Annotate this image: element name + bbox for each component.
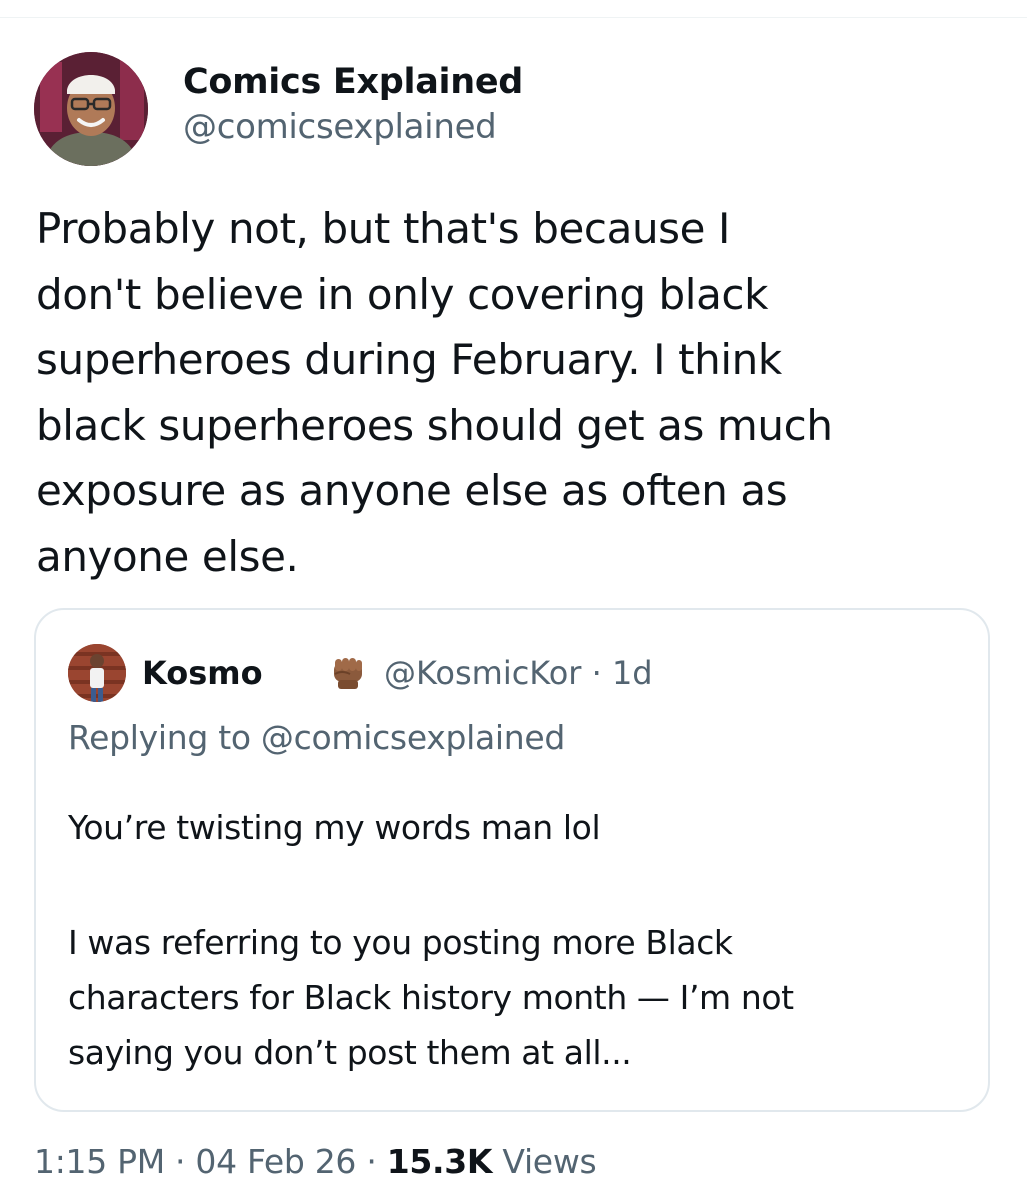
quoted-text-line: I was referring to you posting more Blac…: [68, 923, 733, 962]
quoted-author-avatar[interactable]: [68, 644, 126, 702]
author-handle[interactable]: @comicsexplained: [183, 104, 523, 150]
views-label: Views: [492, 1142, 597, 1181]
author-names: Comics Explained @comicsexplained: [183, 60, 523, 150]
views-count: 15.3K: [386, 1142, 493, 1181]
quoted-text-line: characters for Black history month — I’m…: [68, 978, 794, 1017]
replying-to-label[interactable]: Replying to @comicsexplained: [68, 712, 565, 764]
profile-photo-icon: [68, 644, 126, 702]
profile-photo-icon: [34, 52, 148, 166]
tweet-meta: 1:15 PM · 04 Feb 26 · 15.3K Views: [34, 1138, 597, 1186]
quoted-text-line: You’re twisting my words man lol: [68, 808, 601, 847]
tweet-text-line: anyone else.: [36, 531, 299, 581]
author-row: Comics Explained @comicsexplained: [34, 52, 934, 170]
quoted-tweet-card[interactable]: Kosmo @KosmicKor · 1d Replying to @comic…: [34, 608, 990, 1112]
author-avatar[interactable]: [34, 52, 148, 166]
raised-fist-icon: [326, 650, 370, 694]
tweet-text-line: Probably not, but that's because I: [36, 204, 731, 253]
timestamp[interactable]: 1:15 PM · 04 Feb 26 ·: [34, 1142, 387, 1181]
tweet-text-line: black superheroes should get as much: [36, 400, 833, 450]
quoted-tweet-header: Kosmo @KosmicKor · 1d: [68, 644, 948, 704]
quoted-text-line: saying you don’t post them at all...: [68, 1033, 632, 1072]
quoted-tweet-text: You’re twisting my words man lol I was r…: [68, 800, 968, 1080]
tweet-text: Probably not, but that's because I don't…: [36, 196, 996, 589]
quoted-author-display-name[interactable]: Kosmo: [142, 648, 263, 698]
author-display-name[interactable]: Comics Explained: [183, 60, 523, 104]
tweet-text-line: don't believe in only covering black: [36, 269, 769, 319]
quoted-author-handle-time[interactable]: @KosmicKor · 1d: [384, 648, 653, 698]
tweet: Comics Explained @comicsexplained Probab…: [0, 0, 1027, 1200]
tweet-text-line: exposure as anyone else as often as: [36, 466, 788, 515]
tweet-text-line: superheroes during February. I think: [36, 335, 782, 384]
